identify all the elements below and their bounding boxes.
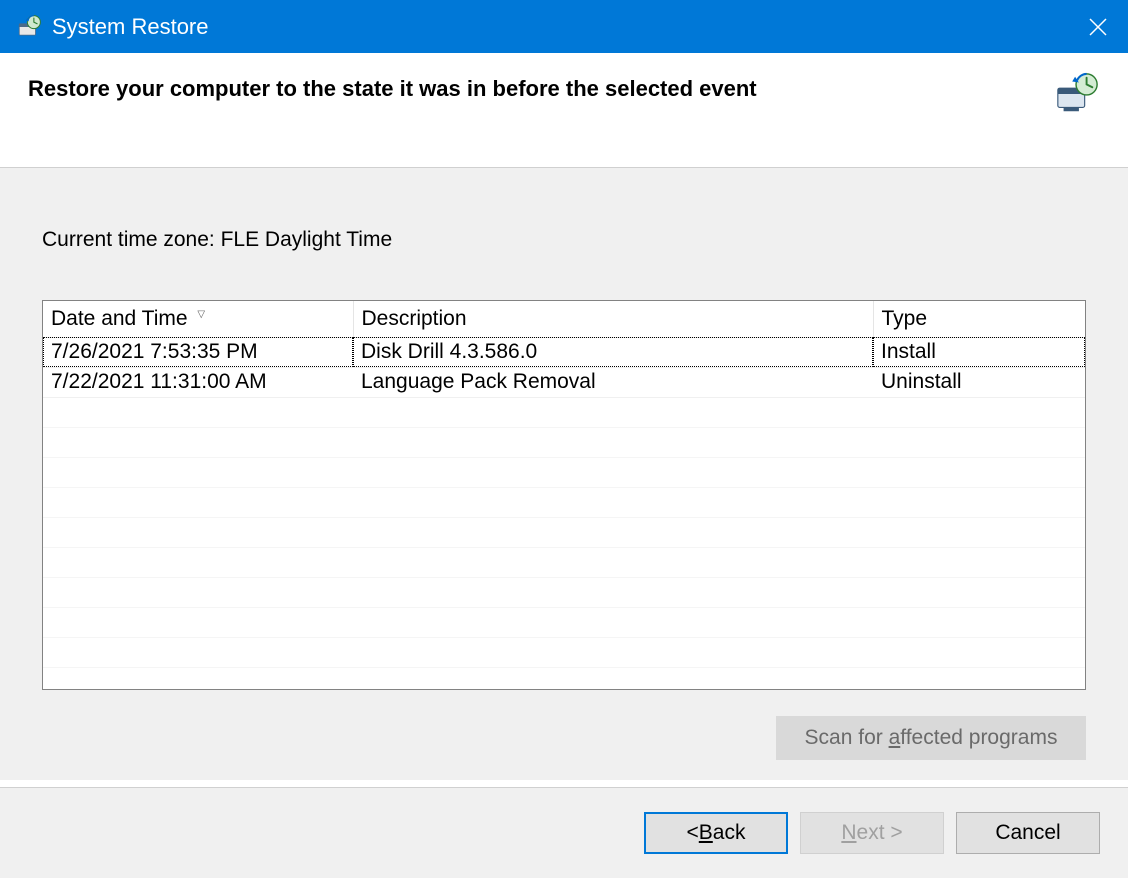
- col-header-date[interactable]: Date and Time ▽: [43, 301, 353, 337]
- cancel-button[interactable]: Cancel: [956, 812, 1100, 854]
- system-restore-large-icon: [1054, 71, 1100, 117]
- sort-indicator-icon: ▽: [197, 309, 205, 320]
- col-header-type-label: Type: [882, 307, 928, 330]
- close-button[interactable]: [1068, 0, 1128, 53]
- col-header-type[interactable]: Type: [873, 301, 1085, 337]
- page-instruction: Restore your computer to the state it wa…: [28, 75, 757, 104]
- col-header-description[interactable]: Description: [353, 301, 873, 337]
- header-section: Restore your computer to the state it wa…: [0, 53, 1128, 168]
- cell-type: Install: [873, 337, 1085, 367]
- cell-desc: Language Pack Removal: [353, 367, 873, 397]
- titlebar: System Restore: [0, 0, 1128, 53]
- cell-date: 7/26/2021 7:53:35 PM: [43, 337, 353, 367]
- system-restore-icon: [16, 14, 42, 40]
- next-button[interactable]: Next >: [800, 812, 944, 854]
- table-row-empty: [43, 637, 1085, 667]
- cell-date: 7/22/2021 11:31:00 AM: [43, 367, 353, 397]
- table-row-empty: [43, 577, 1085, 607]
- scan-affected-programs-button[interactable]: Scan for affected programs: [776, 716, 1086, 760]
- table-row-empty: [43, 457, 1085, 487]
- col-header-date-label: Date and Time: [51, 307, 188, 330]
- col-header-desc-label: Description: [362, 307, 467, 330]
- restore-points-table: Date and Time ▽ Description Type 7/26/20…: [42, 300, 1086, 690]
- table-row[interactable]: 7/22/2021 11:31:00 AM Language Pack Remo…: [43, 367, 1085, 397]
- table-row-empty: [43, 487, 1085, 517]
- footer-nav: < Back Next > Cancel: [0, 787, 1128, 878]
- back-button[interactable]: < Back: [644, 812, 788, 854]
- window-title: System Restore: [52, 14, 1068, 40]
- close-icon: [1089, 18, 1107, 36]
- table-row-empty: [43, 517, 1085, 547]
- table-row-empty: [43, 397, 1085, 427]
- table-row-empty: [43, 427, 1085, 457]
- body-section: Current time zone: FLE Daylight Time Dat…: [0, 168, 1128, 780]
- cell-type: Uninstall: [873, 367, 1085, 397]
- table-row[interactable]: 7/26/2021 7:53:35 PM Disk Drill 4.3.586.…: [43, 337, 1085, 367]
- table-row-empty: [43, 547, 1085, 577]
- cell-desc: Disk Drill 4.3.586.0: [353, 337, 873, 367]
- table-row-empty: [43, 607, 1085, 637]
- timezone-label: Current time zone: FLE Daylight Time: [42, 228, 1086, 252]
